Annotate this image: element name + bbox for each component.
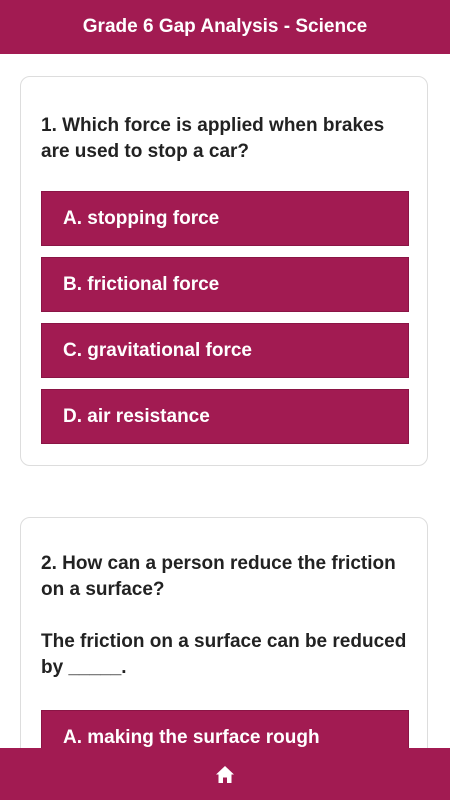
- question-prompt: The friction on a surface can be reduced…: [41, 631, 407, 678]
- answer-option-c[interactable]: C. gravitational force: [41, 323, 409, 378]
- page-title: Grade 6 Gap Analysis - Science: [82, 16, 368, 37]
- question-text: 1. Which force is applied when brakes ar…: [41, 115, 385, 162]
- answer-option-a[interactable]: A. stopping force: [41, 191, 409, 246]
- home-button[interactable]: [210, 759, 240, 789]
- answer-option-d[interactable]: D. air resistance: [41, 389, 409, 444]
- home-icon: [216, 765, 234, 783]
- app: Grade 6 Gap Analysis - Science 1. Which …: [0, 0, 450, 800]
- answer-option-a[interactable]: A. making the surface rough: [41, 710, 409, 748]
- quiz-content[interactable]: 1. Which force is applied when brakes ar…: [0, 54, 450, 748]
- answer-option-b[interactable]: B. frictional force: [41, 257, 409, 312]
- question-card-2: 2. How can a person reduce the friction …: [20, 517, 428, 748]
- app-header: Grade 6 Gap Analysis - Science: [0, 0, 450, 54]
- bottom-bar: [0, 748, 450, 800]
- question-card-1: 1. Which force is applied when brakes ar…: [20, 76, 428, 466]
- question-text: 2. How can a person reduce the friction …: [41, 553, 396, 600]
